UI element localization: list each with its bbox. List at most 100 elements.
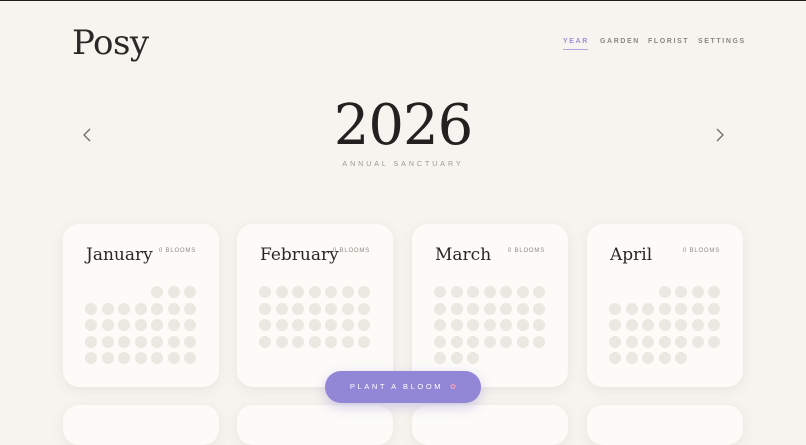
day-dot[interactable] [134, 352, 147, 364]
day-dot[interactable] [325, 286, 337, 298]
day-dot[interactable] [500, 302, 512, 315]
day-dot[interactable] [516, 335, 529, 348]
day-dot[interactable] [609, 352, 621, 364]
day-dot[interactable] [675, 302, 687, 315]
day-dot[interactable] [275, 302, 288, 315]
nav-item-settings[interactable]: SETTINGS [698, 38, 746, 45]
day-dot[interactable] [483, 319, 496, 331]
day-dot[interactable] [467, 319, 479, 331]
day-dot[interactable] [516, 302, 529, 315]
day-dot[interactable] [151, 302, 163, 315]
day-dot[interactable] [450, 302, 463, 315]
day-dot[interactable] [500, 335, 512, 348]
day-dot[interactable] [467, 352, 479, 364]
day-dot[interactable] [167, 302, 180, 315]
day-dot[interactable] [308, 286, 321, 298]
day-dot[interactable] [151, 335, 163, 348]
day-dot[interactable] [450, 319, 463, 331]
day-dot[interactable] [483, 302, 496, 315]
day-dot[interactable] [434, 335, 446, 348]
day-dot[interactable] [658, 352, 671, 364]
day-dot[interactable] [134, 319, 147, 331]
day-dot[interactable] [259, 286, 271, 298]
day-dot[interactable] [691, 335, 704, 348]
day-dot[interactable] [533, 302, 545, 315]
day-dot[interactable] [85, 319, 97, 331]
day-dot[interactable] [118, 319, 130, 331]
day-dot[interactable] [167, 319, 180, 331]
nav-item-garden[interactable]: GARDEN [600, 38, 640, 45]
day-dot[interactable] [101, 319, 114, 331]
month-card-february[interactable]: February 0 BLOOMS [237, 224, 393, 387]
day-dot[interactable] [533, 335, 545, 348]
day-dot[interactable] [151, 286, 163, 298]
day-dot[interactable] [467, 335, 479, 348]
day-dot[interactable] [483, 335, 496, 348]
day-dot[interactable] [642, 352, 654, 364]
day-dot[interactable] [85, 302, 97, 315]
day-dot[interactable] [708, 319, 720, 331]
day-dot[interactable] [151, 319, 163, 331]
day-dot[interactable] [292, 302, 304, 315]
day-dot[interactable] [675, 319, 687, 331]
day-dot[interactable] [500, 319, 512, 331]
day-dot[interactable] [708, 302, 720, 315]
month-card-april[interactable]: April 0 BLOOMS [587, 224, 743, 387]
day-dot[interactable] [134, 335, 147, 348]
day-dot[interactable] [341, 302, 354, 315]
day-dot[interactable] [467, 286, 479, 298]
day-dot[interactable] [341, 286, 354, 298]
day-dot[interactable] [450, 335, 463, 348]
day-dot[interactable] [259, 335, 271, 348]
day-dot[interactable] [358, 335, 370, 348]
day-dot[interactable] [691, 302, 704, 315]
day-dot[interactable] [609, 335, 621, 348]
day-dot[interactable] [184, 352, 196, 364]
day-dot[interactable] [275, 335, 288, 348]
day-dot[interactable] [275, 319, 288, 331]
day-dot[interactable] [167, 335, 180, 348]
nav-item-year[interactable]: YEAR [563, 38, 589, 50]
day-dot[interactable] [184, 286, 196, 298]
day-dot[interactable] [625, 302, 638, 315]
day-dot[interactable] [625, 319, 638, 331]
day-dot[interactable] [533, 286, 545, 298]
day-dot[interactable] [151, 352, 163, 364]
day-dot[interactable] [85, 352, 97, 364]
month-card-march[interactable]: March 0 BLOOMS [412, 224, 568, 387]
day-dot[interactable] [292, 286, 304, 298]
day-dot[interactable] [658, 335, 671, 348]
month-card-january[interactable]: January 0 BLOOMS [63, 224, 219, 387]
day-dot[interactable] [118, 335, 130, 348]
day-dot[interactable] [483, 286, 496, 298]
month-card-partial[interactable] [587, 405, 743, 445]
day-dot[interactable] [434, 352, 446, 364]
day-dot[interactable] [259, 302, 271, 315]
day-dot[interactable] [675, 335, 687, 348]
day-dot[interactable] [341, 319, 354, 331]
day-dot[interactable] [658, 302, 671, 315]
day-dot[interactable] [101, 352, 114, 364]
plant-bloom-button[interactable]: PLANT A BLOOM ✿ [325, 371, 481, 403]
day-dot[interactable] [642, 335, 654, 348]
day-dot[interactable] [675, 352, 687, 364]
day-dot[interactable] [708, 286, 720, 298]
day-dot[interactable] [434, 302, 446, 315]
day-dot[interactable] [308, 302, 321, 315]
day-dot[interactable] [642, 302, 654, 315]
day-dot[interactable] [101, 335, 114, 348]
day-dot[interactable] [434, 319, 446, 331]
day-dot[interactable] [308, 319, 321, 331]
day-dot[interactable] [101, 302, 114, 315]
day-dot[interactable] [691, 286, 704, 298]
day-dot[interactable] [675, 286, 687, 298]
day-dot[interactable] [642, 319, 654, 331]
day-dot[interactable] [118, 302, 130, 315]
day-dot[interactable] [658, 286, 671, 298]
day-dot[interactable] [625, 335, 638, 348]
day-dot[interactable] [292, 335, 304, 348]
day-dot[interactable] [450, 286, 463, 298]
day-dot[interactable] [184, 302, 196, 315]
day-dot[interactable] [625, 352, 638, 364]
day-dot[interactable] [118, 352, 130, 364]
